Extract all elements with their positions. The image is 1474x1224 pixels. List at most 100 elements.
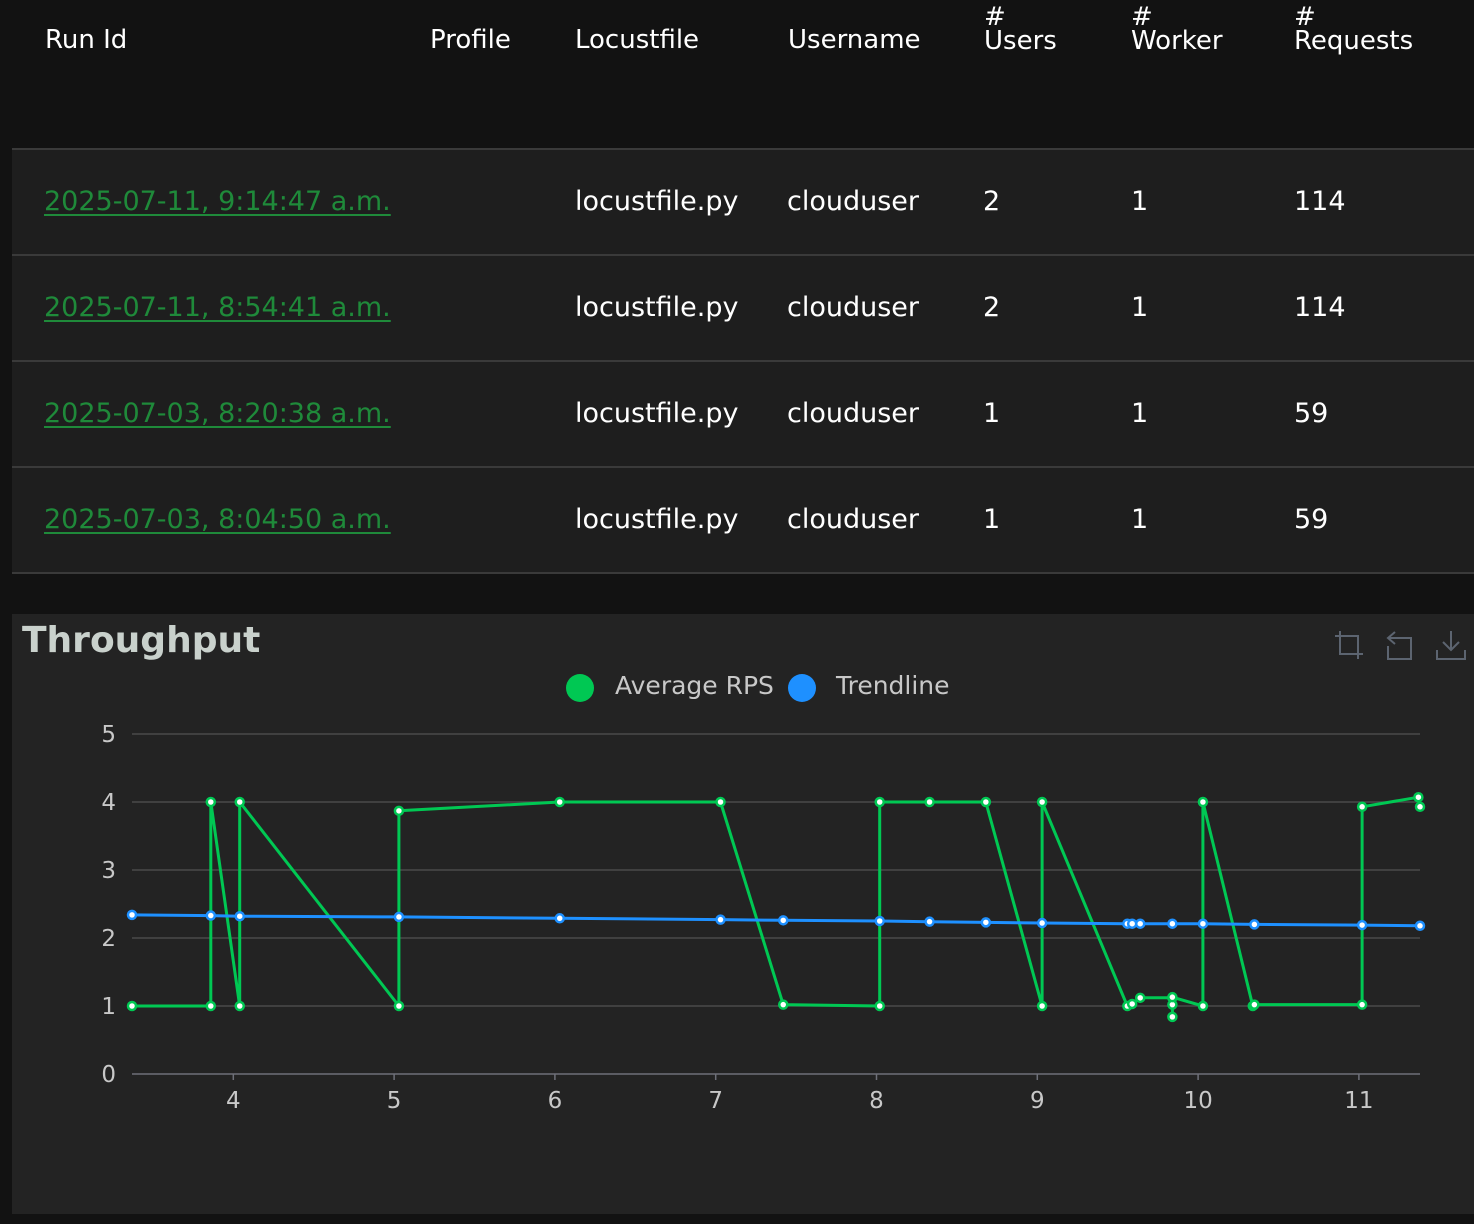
data-point-trendline: [554, 913, 565, 924]
header-users[interactable]: # Users: [984, 4, 1057, 56]
y-tick-label: 3: [101, 858, 116, 884]
y-tick-label: 1: [101, 994, 116, 1020]
x-tick-label: 6: [548, 1088, 563, 1114]
data-point-trendline: [1249, 919, 1260, 930]
table-header: Run Id Profile Locustfile Username # Use…: [12, 0, 1474, 150]
data-point-average-rps: [924, 796, 935, 808]
y-tick-label: 2: [101, 926, 116, 952]
y-tick-label: 0: [101, 1062, 116, 1088]
data-point-trendline: [715, 914, 726, 925]
legend-item-average-rps[interactable]: Average RPS: [566, 671, 774, 702]
run-id-link[interactable]: 2025-07-11, 8:54:41 a.m.: [44, 292, 391, 323]
x-tick-label: 11: [1344, 1088, 1373, 1114]
data-point-average-rps: [1413, 791, 1424, 803]
data-point-average-rps: [205, 1000, 217, 1012]
header-username-label: Username: [788, 25, 921, 55]
y-tick-label: 5: [101, 722, 116, 748]
data-point-trendline: [1134, 918, 1146, 929]
data-point-trendline: [126, 909, 138, 921]
table-row: 2025-07-03, 8:20:38 a.m. locustfile.py c…: [12, 362, 1474, 468]
username-cell: clouduser: [787, 186, 920, 217]
legend-swatch-average-rps: [566, 674, 594, 702]
table-row: 2025-07-11, 8:54:41 a.m. locustfile.py c…: [12, 256, 1474, 362]
header-profile-label: Profile: [430, 25, 511, 55]
data-point-trendline: [1197, 918, 1209, 929]
data-point-trendline: [205, 910, 217, 921]
data-point-average-rps: [234, 796, 245, 808]
x-tick-label: 5: [387, 1088, 402, 1114]
data-point-average-rps: [393, 805, 405, 817]
data-point-average-rps: [234, 1000, 245, 1012]
x-tick-label: 7: [708, 1088, 723, 1114]
series-line-trendline: [131, 913, 1421, 928]
header-locustfile[interactable]: Locustfile: [575, 27, 699, 53]
data-point-average-rps: [1167, 991, 1178, 1003]
data-point-trendline: [1356, 919, 1368, 931]
header-username[interactable]: Username: [788, 25, 921, 55]
data-point-average-rps: [1414, 801, 1426, 813]
worker-cell: 1: [1131, 292, 1149, 323]
data-point-average-rps: [1036, 1000, 1048, 1012]
data-point-trendline: [924, 916, 935, 927]
data-point-average-rps: [1036, 796, 1048, 808]
x-tick-label: 10: [1183, 1088, 1212, 1114]
data-point-average-rps: [1356, 999, 1368, 1010]
legend-swatch-trendline: [788, 674, 816, 702]
header-run-id-label: Run Id: [45, 25, 128, 55]
requests-cell: 59: [1294, 504, 1329, 535]
data-point-average-rps: [715, 796, 726, 808]
users-cell: 1: [983, 504, 1001, 535]
data-point-average-rps: [126, 1000, 138, 1012]
locustfile-cell: locustfile.py: [575, 292, 739, 323]
data-point-average-rps: [393, 1000, 405, 1012]
data-point-average-rps: [205, 796, 217, 808]
data-point-trendline: [777, 915, 789, 926]
throughput-chart: Average RPS Trendline 0 1 2 3 4 5 4 5 6 7 8 9 10 11: [101, 671, 1426, 1114]
data-point-average-rps: [777, 999, 789, 1010]
data-point-average-rps: [980, 796, 992, 808]
locustfile-cell: locustfile.py: [575, 398, 739, 429]
data-point-average-rps: [874, 796, 885, 808]
run-id-link[interactable]: 2025-07-03, 8:04:50 a.m.: [44, 504, 391, 535]
header-run-id[interactable]: Run Id: [45, 25, 128, 55]
data-point-average-rps: [1197, 796, 1209, 808]
data-point-trendline: [1167, 918, 1178, 929]
header-requests[interactable]: # Requests: [1294, 4, 1414, 56]
header-profile[interactable]: Profile: [430, 25, 511, 55]
x-tick-label: 9: [1030, 1088, 1045, 1114]
legend-label-trendline: Trendline: [835, 671, 950, 700]
data-point-average-rps: [1126, 998, 1138, 1010]
y-tick-label: 4: [101, 790, 116, 816]
worker-cell: 1: [1131, 186, 1149, 217]
run-id-link[interactable]: 2025-07-03, 8:20:38 a.m.: [44, 398, 391, 429]
throughput-chart-panel: Throughput Average RPS Trendline 0123454…: [12, 614, 1474, 1214]
requests-cell: 59: [1294, 398, 1329, 429]
worker-cell: 1: [1131, 398, 1149, 429]
data-point-average-rps: [1134, 992, 1146, 1004]
x-tick-label: 8: [869, 1088, 884, 1114]
header-users-label: Users: [984, 26, 1057, 56]
x-tick-label: 4: [226, 1088, 241, 1114]
data-point-average-rps: [1249, 999, 1260, 1010]
data-point-average-rps: [874, 1000, 885, 1012]
runs-table: Run Id Profile Locustfile Username # Use…: [12, 0, 1474, 574]
requests-cell: 114: [1294, 292, 1346, 323]
header-requests-label: Requests: [1294, 26, 1414, 56]
users-cell: 2: [983, 292, 1001, 323]
table-row: 2025-07-03, 8:04:50 a.m. locustfile.py c…: [12, 468, 1474, 574]
data-point-trendline: [874, 915, 885, 927]
header-worker-label: Worker: [1131, 26, 1223, 56]
data-point-trendline: [1414, 920, 1426, 932]
data-point-trendline: [1036, 917, 1048, 929]
username-cell: clouduser: [787, 504, 920, 535]
header-worker[interactable]: # Worker: [1131, 4, 1223, 56]
locustfile-cell: locustfile.py: [575, 186, 739, 217]
worker-cell: 1: [1131, 504, 1149, 535]
run-id-link[interactable]: 2025-07-11, 9:14:47 a.m.: [44, 186, 391, 217]
data-point-trendline: [393, 911, 405, 923]
username-cell: clouduser: [787, 292, 920, 323]
legend-label-average-rps: Average RPS: [615, 671, 774, 700]
data-point-trendline: [980, 917, 992, 928]
legend-item-trendline[interactable]: Trendline: [788, 671, 950, 702]
table-row: 2025-07-11, 9:14:47 a.m. locustfile.py c…: [12, 150, 1474, 256]
